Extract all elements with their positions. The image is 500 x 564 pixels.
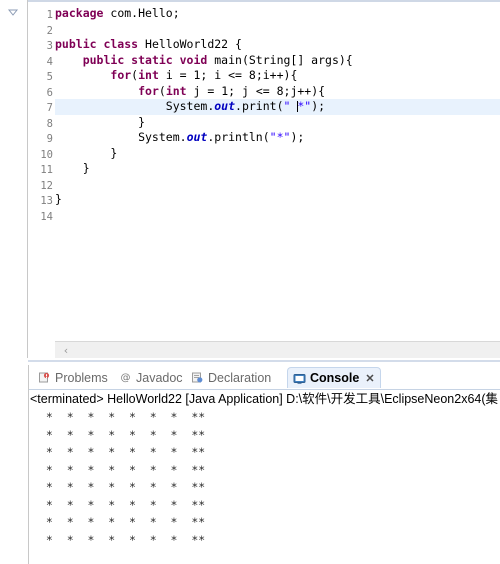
code-token: for	[110, 68, 132, 82]
code-token: "*"	[269, 130, 291, 144]
console-output-row: * * * * * * * **	[39, 497, 206, 512]
code-token: .print(	[235, 99, 284, 113]
console-output-row: * * * * * * * **	[39, 480, 206, 494]
sash-strip	[28, 360, 500, 362]
code-token: j = 1; j <= 8;j++){	[186, 83, 326, 98]
code-token: com.Hello;	[103, 6, 180, 20]
tab-label: Console	[310, 371, 360, 385]
code-token: "	[283, 99, 298, 113]
tab-declaration[interactable]: Declaration	[186, 367, 276, 388]
code-token: );	[290, 130, 305, 144]
code-token: out	[214, 99, 236, 113]
console-output-row: * * * * * * * **	[39, 462, 206, 477]
code-token: int	[138, 68, 159, 82]
code-line: }	[55, 146, 500, 162]
code-token: (	[158, 83, 166, 98]
scroll-left-arrow-icon[interactable]: ‹	[60, 344, 72, 357]
code-line: package com.Hello;	[55, 6, 500, 22]
console-left-margin	[0, 365, 28, 564]
code-token: package	[55, 6, 104, 20]
code-token: );	[311, 99, 326, 113]
code-line: public static void main(String[] args){	[55, 53, 500, 69]
line-number: 7	[46, 102, 53, 114]
code-token: System.	[55, 99, 215, 113]
console-output[interactable]: * * * * * * * ** * * * * * * * ** * * * …	[30, 409, 500, 559]
code-token: }	[55, 192, 62, 206]
svg-text:@: @	[121, 373, 131, 384]
tab-console[interactable]: Console ✕	[287, 367, 381, 388]
tab-label: Javadoc	[136, 370, 183, 385]
code-token: HelloWorld22 {	[138, 37, 242, 51]
code-token: public class	[55, 37, 139, 51]
line-number: 9	[46, 133, 53, 145]
console-output-row: * * * * * * * **	[39, 427, 206, 442]
code-token: }	[55, 145, 118, 160]
line-number: 12	[40, 179, 53, 192]
code-line: System.out.print(" *");	[55, 99, 500, 115]
console-tab-bar: Problems @ Javadoc Declaration Console ✕	[29, 365, 500, 389]
console-output-row: * * * * * * * **	[39, 515, 206, 529]
editor-console-sash[interactable]	[0, 358, 500, 365]
console-output-row: * * * * * * * **	[39, 410, 206, 424]
console-icon	[293, 373, 306, 384]
console-output-row: * * * * * * * **	[39, 532, 206, 547]
code-token: }	[55, 114, 146, 129]
line-number: 14	[40, 210, 53, 223]
code-token: }	[55, 161, 90, 175]
line-number: 10	[40, 148, 53, 161]
line-number: 5	[46, 71, 53, 83]
collapse-chevron-icon[interactable]	[6, 7, 20, 17]
console-output-row: * * * * * * * **	[39, 445, 206, 459]
javadoc-icon: @	[121, 373, 131, 384]
code-token: System.	[55, 130, 187, 144]
code-token: public static void	[82, 52, 208, 67]
code-line: public class HelloWorld22 {	[55, 37, 500, 53]
line-number: 1	[46, 9, 53, 21]
problems-icon	[39, 372, 50, 383]
code-token: int	[165, 83, 187, 98]
console-process-label: <terminated> HelloWorld22 [Java Applicat…	[30, 392, 499, 406]
line-number: 13	[40, 195, 53, 207]
code-token: main(String[] args){	[207, 52, 353, 67]
editor-left-margin	[0, 0, 28, 358]
code-line: }	[55, 161, 500, 177]
line-number: 3	[46, 40, 53, 52]
line-number: 11	[40, 164, 53, 176]
tab-label: Declaration	[208, 370, 272, 385]
code-line: }	[55, 115, 500, 131]
console-tab-divider	[29, 389, 500, 390]
eclipse-ide-window: 1 2 3 4 5 6 7 8 9 10 11 12 13 14 package…	[0, 0, 500, 564]
tab-javadoc[interactable]: @ Javadoc	[114, 367, 188, 388]
tab-problems[interactable]: Problems	[33, 367, 113, 388]
line-number: 2	[46, 24, 53, 37]
line-number-gutter: 1 2 3 4 5 6 7 8 9 10 11 12 13 14	[29, 2, 55, 358]
editor-horizontal-scrollbar[interactable]: ‹	[55, 341, 500, 358]
declaration-icon	[192, 372, 203, 383]
code-line: }	[55, 192, 500, 208]
tab-label: Problems	[55, 370, 108, 385]
line-number: 6	[46, 86, 53, 99]
code-token: .println(	[207, 130, 270, 144]
code-text-area[interactable]: package com.Hello; public class HelloWor…	[55, 2, 500, 340]
code-line: for(int j = 1; j <= 8;j++){	[55, 84, 500, 100]
code-token: for	[138, 83, 159, 98]
console-view: Problems @ Javadoc Declaration Console ✕…	[28, 365, 500, 564]
line-number: 8	[46, 117, 53, 130]
close-icon[interactable]: ✕	[365, 372, 374, 385]
code-token: out	[186, 130, 208, 144]
code-line: for(int i = 1; i <= 8;i++){	[55, 68, 500, 84]
code-line: System.out.println("*");	[55, 130, 500, 146]
code-token: *"	[297, 99, 312, 113]
code-editor[interactable]: 1 2 3 4 5 6 7 8 9 10 11 12 13 14 package…	[0, 0, 500, 358]
code-token: i = 1; i <= 8;i++){	[158, 68, 298, 82]
line-number: 4	[46, 55, 53, 68]
